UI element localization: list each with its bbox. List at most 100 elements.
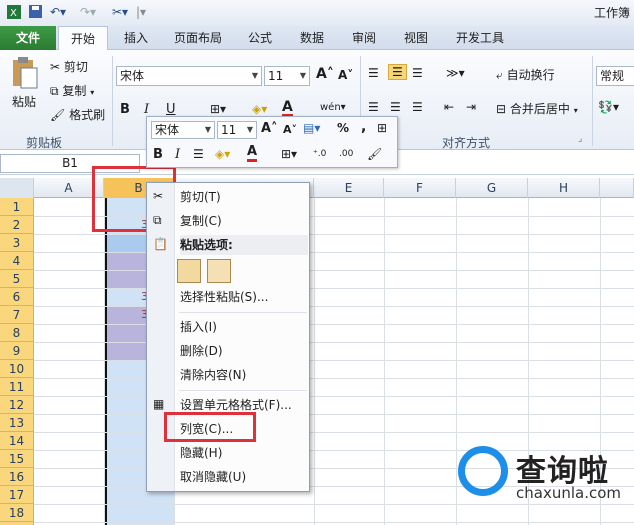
tab-data[interactable]: 数据 — [292, 26, 332, 50]
wrap-text-button[interactable]: ⤶ 自动换行 — [496, 66, 555, 83]
row-header-9[interactable]: 9 — [0, 342, 34, 360]
align-right-icon[interactable]: ☰ — [412, 100, 423, 114]
align-bottom-icon[interactable]: ☰ — [412, 66, 423, 80]
row-header-6[interactable]: 6 — [0, 288, 34, 306]
save-icon[interactable] — [28, 4, 44, 20]
align-center-icon[interactable]: ☰ — [390, 100, 401, 114]
format-cells-icon: ▦ — [153, 397, 165, 411]
tab-review[interactable]: 审阅 — [344, 26, 384, 50]
italic-button[interactable]: I — [144, 102, 149, 117]
borders-icon[interactable]: ⊞▾ — [210, 102, 226, 116]
number-format-combo[interactable]: 常规 — [596, 66, 634, 86]
row-header-12[interactable]: 12 — [0, 396, 34, 414]
customize-quick-access-icon[interactable]: ✂▾ — [112, 4, 128, 20]
tab-formulas[interactable]: 公式 — [240, 26, 280, 50]
mini-decrease-decimal-button[interactable]: .00 — [339, 149, 353, 159]
tab-file[interactable]: 文件 — [0, 26, 56, 50]
row-header-3[interactable]: 3 — [0, 234, 34, 252]
align-left-icon[interactable]: ☰ — [368, 100, 379, 114]
chevron-down-icon: ▼ — [299, 71, 306, 80]
tab-developer[interactable]: 开发工具 — [448, 26, 512, 50]
row-header-18[interactable]: 18 — [0, 504, 34, 522]
underline-button[interactable]: U — [166, 102, 176, 117]
quick-access-dropdown-icon[interactable]: |▾ — [136, 4, 146, 20]
tab-page-layout[interactable]: 页面布局 — [166, 26, 230, 50]
menu-item-clear-contents[interactable]: 清除内容(N) — [180, 365, 246, 385]
mini-italic-button[interactable]: I — [175, 147, 180, 162]
paste-option-default-icon[interactable] — [177, 259, 201, 283]
row-header-8[interactable]: 8 — [0, 324, 34, 342]
menu-item-hide[interactable]: 隐藏(H) — [180, 443, 222, 463]
orientation-icon[interactable]: ≫▾ — [446, 66, 465, 80]
ribbon-tabs: 文件 开始 插入 页面布局 公式 数据 审阅 视图 开发工具 — [0, 26, 634, 51]
menu-item-cut[interactable]: 剪切(T) — [180, 187, 221, 207]
mini-center-align-icon[interactable]: ☰ — [193, 147, 204, 161]
row-header-7[interactable]: 7 — [0, 306, 34, 324]
font-size-combo[interactable]: 11 ▼ — [264, 66, 310, 86]
mini-format-painter-icon[interactable]: 🖌 — [367, 147, 382, 161]
mini-borders-icon[interactable]: ⊞▾ — [281, 147, 297, 161]
column-header-g[interactable]: G — [456, 178, 528, 198]
paste-option-values-icon[interactable] — [207, 259, 231, 283]
font-name-combo[interactable]: 宋体 ▼ — [116, 66, 262, 86]
redo-icon[interactable]: ↷▾ — [80, 4, 96, 20]
mini-bold-button[interactable]: B — [153, 147, 163, 162]
row-header-2[interactable]: 2 — [0, 216, 34, 234]
mini-accounting-icon[interactable]: ▤▾ — [303, 121, 320, 135]
bold-button[interactable]: B — [120, 102, 130, 117]
mini-grow-font-icon[interactable]: A˄ — [261, 121, 278, 136]
tab-home[interactable]: 开始 — [58, 26, 108, 51]
fill-color-icon[interactable]: ◈▾ — [252, 102, 267, 116]
column-header-f[interactable]: F — [384, 178, 456, 198]
mini-font-color-button[interactable]: A — [247, 145, 258, 162]
row-header-1[interactable]: 1 — [0, 198, 34, 216]
mini-font-size-combo[interactable]: 11 ▼ — [217, 121, 257, 139]
paste-button[interactable]: 粘贴 — [8, 56, 40, 110]
mini-shrink-font-icon[interactable]: A˅ — [283, 123, 297, 136]
accounting-format-icon[interactable]: 💱▾ — [598, 100, 619, 114]
row-header-13[interactable]: 13 — [0, 414, 34, 432]
decrease-indent-icon[interactable]: ⇤ — [444, 100, 454, 114]
mini-font-name-combo[interactable]: 宋体 ▼ — [151, 121, 215, 139]
row-header-14[interactable]: 14 — [0, 432, 34, 450]
mini-percent-button[interactable]: % — [337, 121, 349, 135]
copy-button[interactable]: ⧉ 复制 ▾ — [50, 82, 94, 99]
align-middle-icon[interactable]: ☰ — [388, 64, 407, 80]
mini-increase-decimal-button[interactable]: ⁺.0 — [313, 149, 326, 159]
font-color-button[interactable]: A — [282, 100, 293, 117]
row-header-17[interactable]: 17 — [0, 486, 34, 504]
menu-item-copy[interactable]: 复制(C) — [180, 211, 222, 231]
align-top-icon[interactable]: ☰ — [368, 66, 379, 80]
mini-format-icon[interactable]: ⊞ — [377, 121, 387, 135]
tab-insert[interactable]: 插入 — [116, 26, 156, 50]
cut-button[interactable]: ✂ 剪切 — [50, 58, 88, 75]
mini-fill-color-icon[interactable]: ◈▾ — [215, 147, 230, 161]
menu-item-paste-special[interactable]: 选择性粘贴(S)... — [180, 287, 268, 307]
column-header-h[interactable]: H — [528, 178, 600, 198]
undo-icon[interactable]: ↶▾ — [50, 4, 66, 20]
grow-font-button[interactable]: A˄ — [316, 66, 334, 82]
menu-item-insert[interactable]: 插入(I) — [180, 317, 217, 337]
menu-item-unhide[interactable]: 取消隐藏(U) — [180, 467, 246, 487]
column-header-i[interactable] — [600, 178, 634, 198]
column-header-e[interactable]: E — [314, 178, 384, 198]
copy-icon: ⧉ — [153, 213, 162, 227]
increase-indent-icon[interactable]: ⇥ — [466, 100, 476, 114]
phonetic-icon[interactable]: wén▾ — [320, 102, 346, 113]
menu-item-delete[interactable]: 删除(D) — [180, 341, 223, 361]
select-all-corner[interactable] — [0, 178, 34, 198]
row-header-10[interactable]: 10 — [0, 360, 34, 378]
row-header-11[interactable]: 11 — [0, 378, 34, 396]
mini-comma-button[interactable]: , — [361, 119, 366, 135]
title-bar: X ↶▾ ↷▾ ✂▾ |▾ 工作簿 — [0, 0, 634, 26]
merge-center-button[interactable]: ⊟ 合并后居中 ▾ — [496, 100, 578, 117]
shrink-font-button[interactable]: A˅ — [338, 68, 353, 82]
row-header-16[interactable]: 16 — [0, 468, 34, 486]
row-header-5[interactable]: 5 — [0, 270, 34, 288]
format-painter-button[interactable]: 🖌 格式刷 — [50, 106, 105, 123]
row-header-15[interactable]: 15 — [0, 450, 34, 468]
dialog-launcher-icon[interactable]: ⌟ — [578, 134, 582, 144]
row-header-4[interactable]: 4 — [0, 252, 34, 270]
tab-view[interactable]: 视图 — [396, 26, 436, 50]
paste-label: 粘贴 — [11, 95, 36, 109]
